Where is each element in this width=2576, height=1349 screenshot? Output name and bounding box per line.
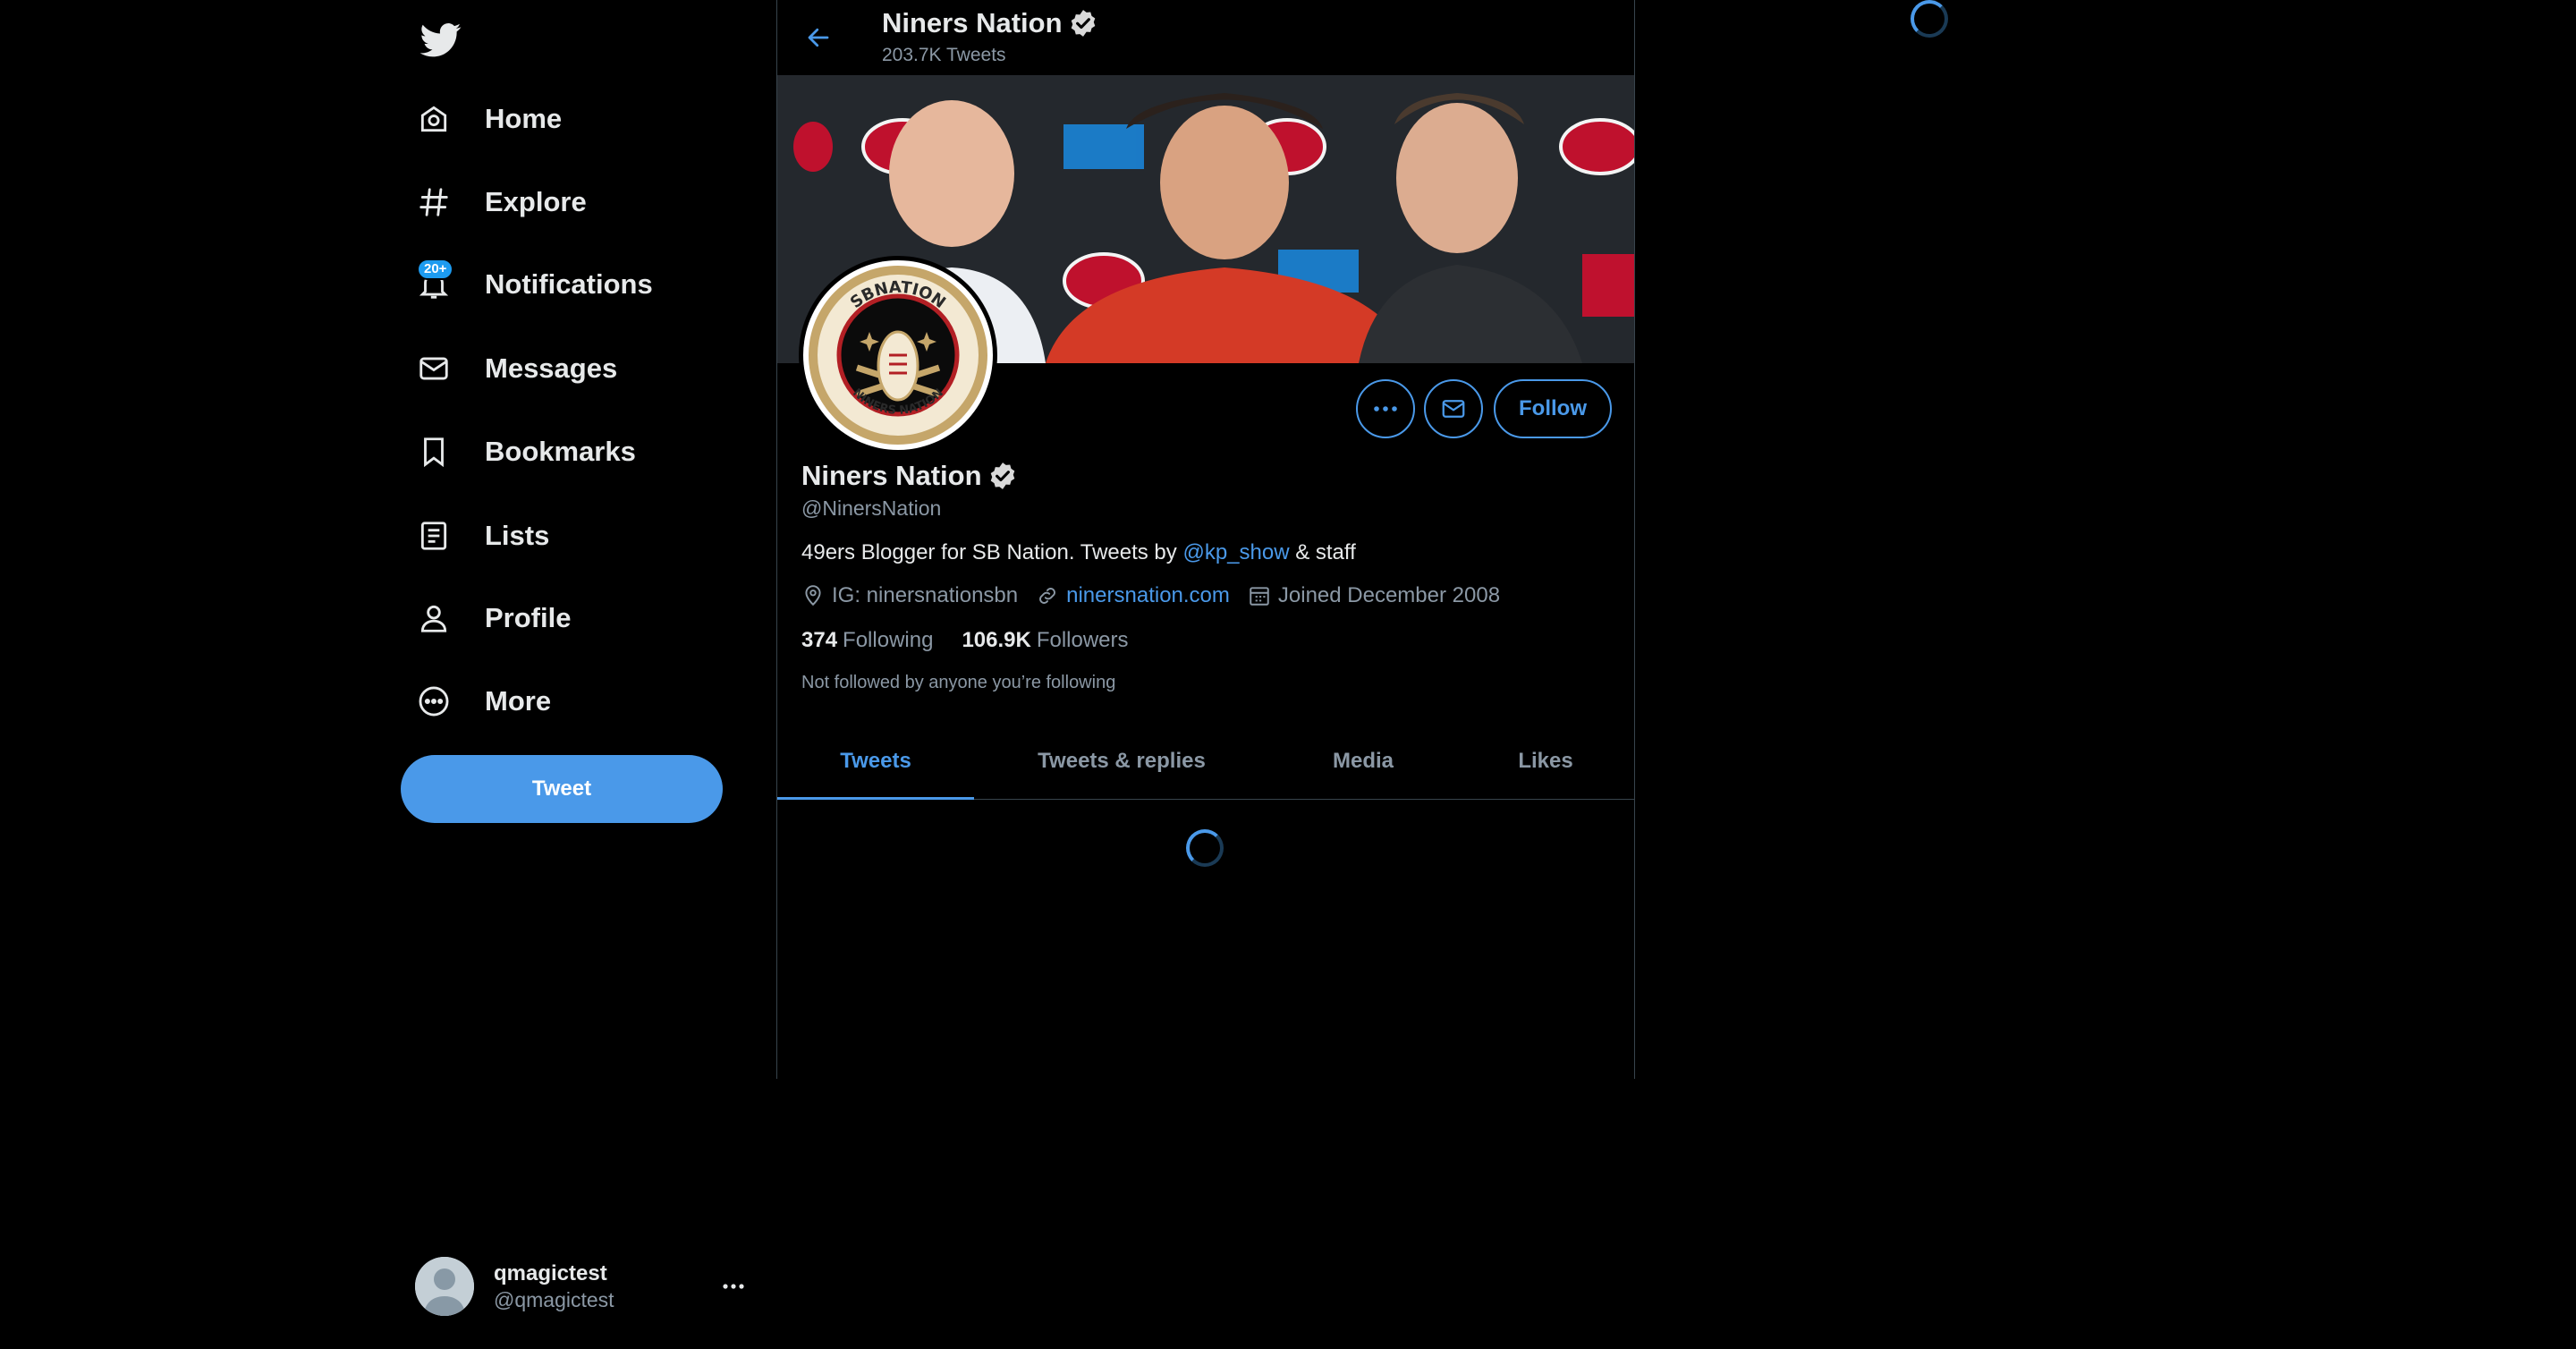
followers-count: 106.9K: [962, 628, 1031, 652]
location-pin-icon: [805, 585, 821, 607]
sbnation-logo: SBNATION NINERS NATION: [803, 260, 993, 450]
nav-label-explore: Explore: [485, 186, 587, 217]
profile-bio: 49ers Blogger for SB Nation. Tweets by @…: [801, 540, 1356, 565]
nav-label-notifications: Notifications: [485, 268, 653, 300]
bio-text-suffix: & staff: [1289, 540, 1356, 564]
person-icon: [415, 599, 453, 637]
more-circle-icon: [415, 683, 453, 720]
profile-handle: @NinersNation: [801, 496, 942, 520]
profile-joined: Joined December 2008: [1248, 583, 1500, 608]
account-text: qmagictest @qmagictest: [494, 1261, 614, 1312]
nav-item-home[interactable]: Home: [415, 83, 562, 155]
hashtag-icon: [415, 183, 453, 221]
profile-display-name: Niners Nation: [801, 460, 1018, 492]
nav-item-more[interactable]: More: [415, 666, 551, 737]
timeline-loading-spinner-icon: [1186, 829, 1224, 867]
following-link[interactable]: 374 Following: [801, 628, 933, 653]
bio-text-prefix: 49ers Blogger for SB Nation. Tweets by: [801, 540, 1183, 564]
twitter-bird-icon: [420, 23, 462, 57]
account-switcher[interactable]: qmagictest @qmagictest: [415, 1251, 744, 1322]
home-icon: [415, 100, 453, 138]
profile-column: Niners Nation 203.7K Tweets SBNATION NIN…: [776, 0, 1635, 1079]
notification-badge: 20+: [417, 259, 454, 280]
message-button[interactable]: [1424, 379, 1483, 438]
tab-media[interactable]: Media: [1269, 723, 1457, 799]
back-arrow-icon: [808, 28, 829, 47]
mail-icon: [415, 350, 453, 387]
nav-label-profile: Profile: [485, 602, 572, 633]
account-more-icon[interactable]: [717, 1270, 750, 1302]
tweet-button[interactable]: Tweet: [401, 755, 723, 823]
verified-badge-icon: [1071, 10, 1095, 37]
location-text: IG: ninersnationsbn: [832, 583, 1019, 607]
following-label: Following: [843, 628, 934, 652]
header-tweet-count: 203.7K Tweets: [882, 45, 1006, 65]
nav-label-home: Home: [485, 103, 563, 134]
profile-avatar[interactable]: SBNATION NINERS NATION: [799, 256, 997, 454]
not-followed-notice: Not followed by anyone you’re following: [801, 673, 1116, 692]
nav-item-explore[interactable]: Explore: [415, 166, 587, 238]
followers-label: Followers: [1036, 628, 1129, 652]
nav-item-notifications[interactable]: 20+ Notifications: [415, 249, 653, 320]
account-handle: @qmagictest: [494, 1287, 614, 1311]
profile-stats: 374 Following 106.9K Followers: [801, 628, 1157, 653]
mail-icon: [1442, 400, 1465, 418]
profile-meta: IG: ninersnationsbn ninersnation.com Joi…: [801, 583, 1518, 608]
back-button[interactable]: [801, 20, 836, 55]
profile-location: IG: ninersnationsbn: [801, 583, 1018, 608]
follow-button[interactable]: Follow: [1494, 379, 1612, 438]
primary-nav: Home Explore 20+ Notifications Messages: [401, 0, 744, 1349]
following-count: 374: [801, 628, 838, 652]
bell-icon: 20+: [415, 259, 454, 303]
nav-item-messages[interactable]: Messages: [415, 333, 617, 404]
nav-label-messages: Messages: [485, 352, 618, 384]
profile-website: ninersnation.com: [1036, 583, 1230, 608]
nav-item-bookmarks[interactable]: Bookmarks: [415, 416, 636, 488]
profile-tabs: Tweets Tweets & replies Media Likes: [777, 723, 1634, 800]
nav-label-bookmarks: Bookmarks: [485, 436, 636, 467]
nav-label-more: More: [485, 685, 552, 717]
bio-mention-link[interactable]: @kp_show: [1182, 540, 1289, 564]
website-link[interactable]: ninersnation.com: [1066, 583, 1230, 608]
twitter-logo[interactable]: [415, 14, 467, 66]
verified-badge-icon: [990, 462, 1014, 489]
tab-tweets[interactable]: Tweets: [777, 723, 974, 800]
bookmark-icon: [415, 433, 453, 471]
header-name: Niners Nation: [882, 7, 1063, 38]
joined-text: Joined December 2008: [1277, 583, 1501, 607]
account-avatar: [415, 1257, 474, 1316]
profile-name-text: Niners Nation: [801, 460, 982, 491]
header-title: Niners Nation: [882, 7, 1098, 39]
tab-likes[interactable]: Likes: [1457, 723, 1634, 799]
nav-item-profile[interactable]: Profile: [415, 582, 571, 654]
list-icon: [415, 517, 453, 555]
ellipsis-icon: [1374, 406, 1397, 411]
nav-item-lists[interactable]: Lists: [415, 500, 549, 572]
nav-label-lists: Lists: [485, 520, 550, 551]
more-options-button[interactable]: [1356, 379, 1415, 438]
profile-header-bar: Niners Nation 203.7K Tweets: [777, 0, 1634, 75]
link-icon: [1039, 588, 1056, 604]
followers-link[interactable]: 106.9K Followers: [962, 628, 1128, 653]
sidebar-loading-spinner-icon: [1911, 0, 1948, 38]
account-name: qmagictest: [494, 1260, 607, 1285]
tab-tweets-replies[interactable]: Tweets & replies: [974, 723, 1269, 799]
calendar-icon: [1250, 587, 1269, 606]
